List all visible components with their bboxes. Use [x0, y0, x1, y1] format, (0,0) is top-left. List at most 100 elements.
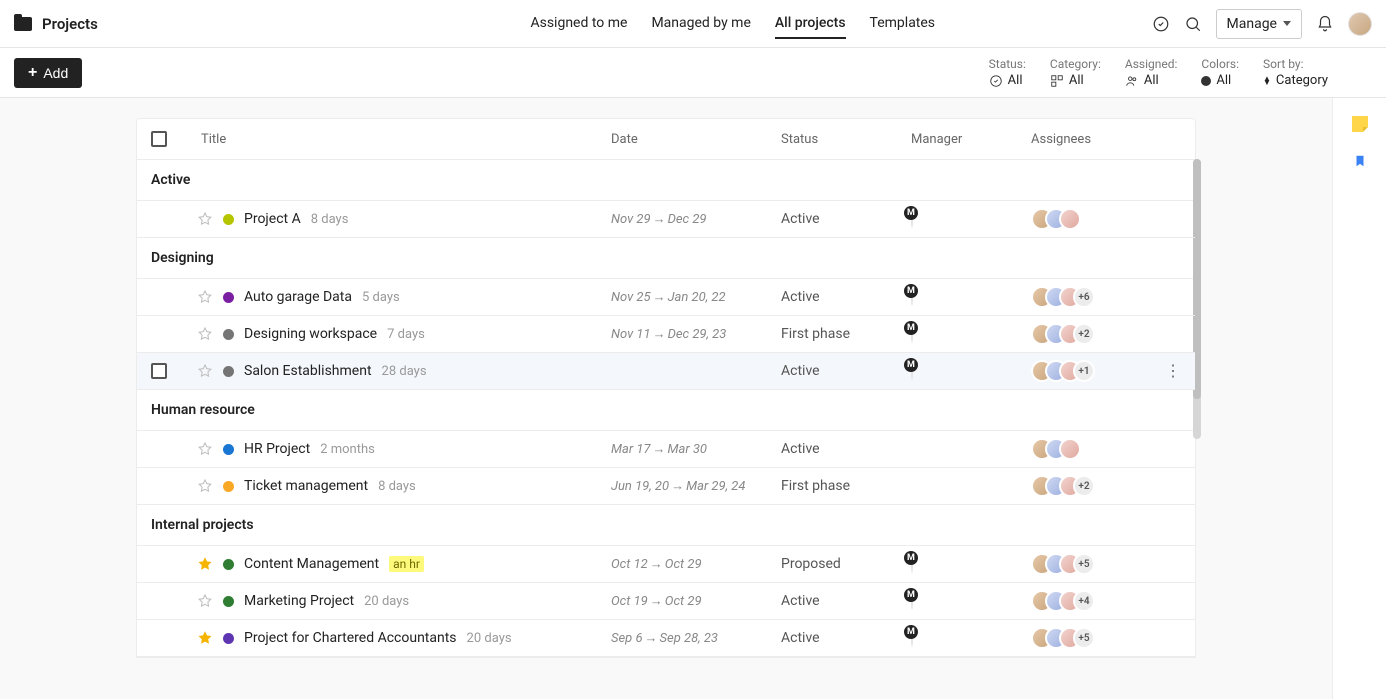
manager-avatar[interactable]: M: [911, 289, 913, 305]
project-name[interactable]: HR Project: [244, 441, 310, 457]
star-icon[interactable]: [197, 441, 213, 457]
tab-managed-by-me[interactable]: Managed by me: [651, 9, 750, 39]
avatar-stack[interactable]: +4: [1031, 590, 1095, 612]
filter-category[interactable]: Category: All: [1050, 57, 1101, 88]
manager-badge: M: [904, 358, 918, 372]
project-name[interactable]: Ticket management: [244, 478, 368, 494]
assignee-more-badge[interactable]: +1: [1073, 360, 1095, 382]
avatar-stack[interactable]: +5: [1031, 553, 1095, 575]
avatar-stack[interactable]: +5: [1031, 627, 1095, 649]
th-assignees[interactable]: Assignees: [1031, 132, 1181, 147]
manager-badge: M: [904, 321, 918, 335]
filter-assigned-label: Assigned:: [1125, 57, 1178, 71]
select-all-checkbox[interactable]: [151, 131, 167, 147]
th-manager[interactable]: Manager: [911, 132, 1031, 147]
row-assignees: +4: [1031, 590, 1181, 612]
table-row[interactable]: Designing workspace7 daysNov 11→Dec 29, …: [137, 316, 1195, 353]
assignee-more-badge[interactable]: +5: [1073, 627, 1095, 649]
row-assignees: +2: [1031, 323, 1181, 345]
project-name[interactable]: Content Management: [244, 556, 379, 572]
star-icon[interactable]: [197, 630, 213, 646]
assignee-more-badge[interactable]: +2: [1073, 475, 1095, 497]
manager-avatar[interactable]: M: [911, 326, 913, 342]
row-date: Mar 17→Mar 30: [611, 441, 781, 457]
star-icon[interactable]: [197, 478, 213, 494]
row-status: First phase: [781, 326, 911, 342]
project-duration: 20 days: [364, 594, 409, 609]
manager-avatar[interactable]: M: [911, 593, 913, 609]
manager-avatar[interactable]: M: [911, 630, 913, 646]
manager-avatar[interactable]: M: [911, 556, 913, 572]
table-row[interactable]: Salon Establishment28 daysActiveM+1⋮: [137, 353, 1195, 390]
avatar-stack[interactable]: +6: [1031, 286, 1095, 308]
project-name[interactable]: Project for Chartered Accountants: [244, 630, 457, 646]
row-checkbox[interactable]: [151, 363, 167, 379]
star-icon[interactable]: [197, 326, 213, 342]
filter-status[interactable]: Status: All: [989, 57, 1026, 88]
table-row[interactable]: Auto garage Data5 daysNov 25→Jan 20, 22A…: [137, 279, 1195, 316]
bell-icon[interactable]: [1316, 15, 1334, 33]
project-name[interactable]: Salon Establishment: [244, 363, 372, 379]
clock-check-icon[interactable]: [1152, 15, 1170, 33]
assignee-more-badge[interactable]: +6: [1073, 286, 1095, 308]
project-name[interactable]: Auto garage Data: [244, 289, 352, 305]
table-row[interactable]: Content Managementan hrOct 12→Oct 29Prop…: [137, 546, 1195, 583]
row-date: Nov 29→Dec 29: [611, 211, 781, 227]
group-header[interactable]: Internal projects: [137, 505, 1195, 546]
project-name[interactable]: Project A: [244, 211, 301, 227]
tab-all-projects[interactable]: All projects: [775, 9, 846, 39]
filter-assigned[interactable]: Assigned: All: [1125, 57, 1178, 88]
add-button[interactable]: + Add: [14, 58, 82, 88]
star-icon[interactable]: [197, 289, 213, 305]
table-row[interactable]: HR Project2 monthsMar 17→Mar 30Active: [137, 431, 1195, 468]
table-row[interactable]: Ticket management8 daysJun 19, 20→Mar 29…: [137, 468, 1195, 505]
manager-badge: M: [904, 284, 918, 298]
group-header[interactable]: Human resource: [137, 390, 1195, 431]
arrow-right-icon: →: [650, 557, 663, 572]
project-duration: 2 months: [320, 442, 375, 457]
filter-colors[interactable]: Colors: All: [1201, 57, 1239, 88]
th-date[interactable]: Date: [611, 132, 781, 147]
avatar-stack[interactable]: +2: [1031, 475, 1095, 497]
row-manager: M: [911, 326, 1031, 342]
assignee-more-badge[interactable]: +4: [1073, 590, 1095, 612]
project-name[interactable]: Marketing Project: [244, 593, 354, 609]
table-row[interactable]: Project A8 daysNov 29→Dec 29ActiveM: [137, 201, 1195, 238]
row-status: Proposed: [781, 556, 911, 572]
th-status[interactable]: Status: [781, 132, 911, 147]
manager-avatar[interactable]: M: [911, 363, 913, 379]
user-avatar[interactable]: [1348, 12, 1372, 36]
project-name[interactable]: Designing workspace: [244, 326, 377, 342]
search-icon[interactable]: [1184, 15, 1202, 33]
assignee-more-badge[interactable]: +5: [1073, 553, 1095, 575]
color-dot-icon: [1201, 76, 1211, 86]
avatar-stack[interactable]: [1031, 438, 1081, 460]
star-icon[interactable]: [197, 363, 213, 379]
star-icon[interactable]: [197, 593, 213, 609]
row-actions-menu[interactable]: ⋮: [1165, 369, 1181, 373]
manager-avatar[interactable]: M: [911, 211, 913, 227]
tab-assigned-to-me[interactable]: Assigned to me: [530, 9, 627, 39]
avatar-stack[interactable]: [1031, 208, 1081, 230]
row-date: Nov 11→Dec 29, 23: [611, 326, 781, 342]
star-icon[interactable]: [197, 211, 213, 227]
arrow-right-icon: →: [645, 631, 658, 646]
th-title[interactable]: Title: [191, 132, 611, 147]
bookmark-icon[interactable]: [1353, 152, 1367, 174]
table-row[interactable]: Marketing Project20 daysOct 19→Oct 29Act…: [137, 583, 1195, 620]
manage-button[interactable]: Manage: [1216, 9, 1302, 39]
arrow-right-icon: →: [671, 479, 684, 494]
group-header[interactable]: Active: [137, 160, 1195, 201]
tab-templates[interactable]: Templates: [870, 9, 936, 39]
group-header[interactable]: Designing: [137, 238, 1195, 279]
manager-badge: M: [904, 551, 918, 565]
assignee-more-badge[interactable]: +2: [1073, 323, 1095, 345]
avatar-stack[interactable]: +1: [1031, 360, 1095, 382]
table-row[interactable]: Project for Chartered Accountants20 days…: [137, 620, 1195, 657]
row-manager: M: [911, 211, 1031, 227]
sticky-note-icon[interactable]: [1352, 116, 1368, 132]
filter-sort[interactable]: Sort by: ▲▼ Category: [1263, 57, 1328, 88]
row-checkbox-cell: [151, 363, 191, 379]
avatar-stack[interactable]: +2: [1031, 323, 1095, 345]
star-icon[interactable]: [197, 556, 213, 572]
